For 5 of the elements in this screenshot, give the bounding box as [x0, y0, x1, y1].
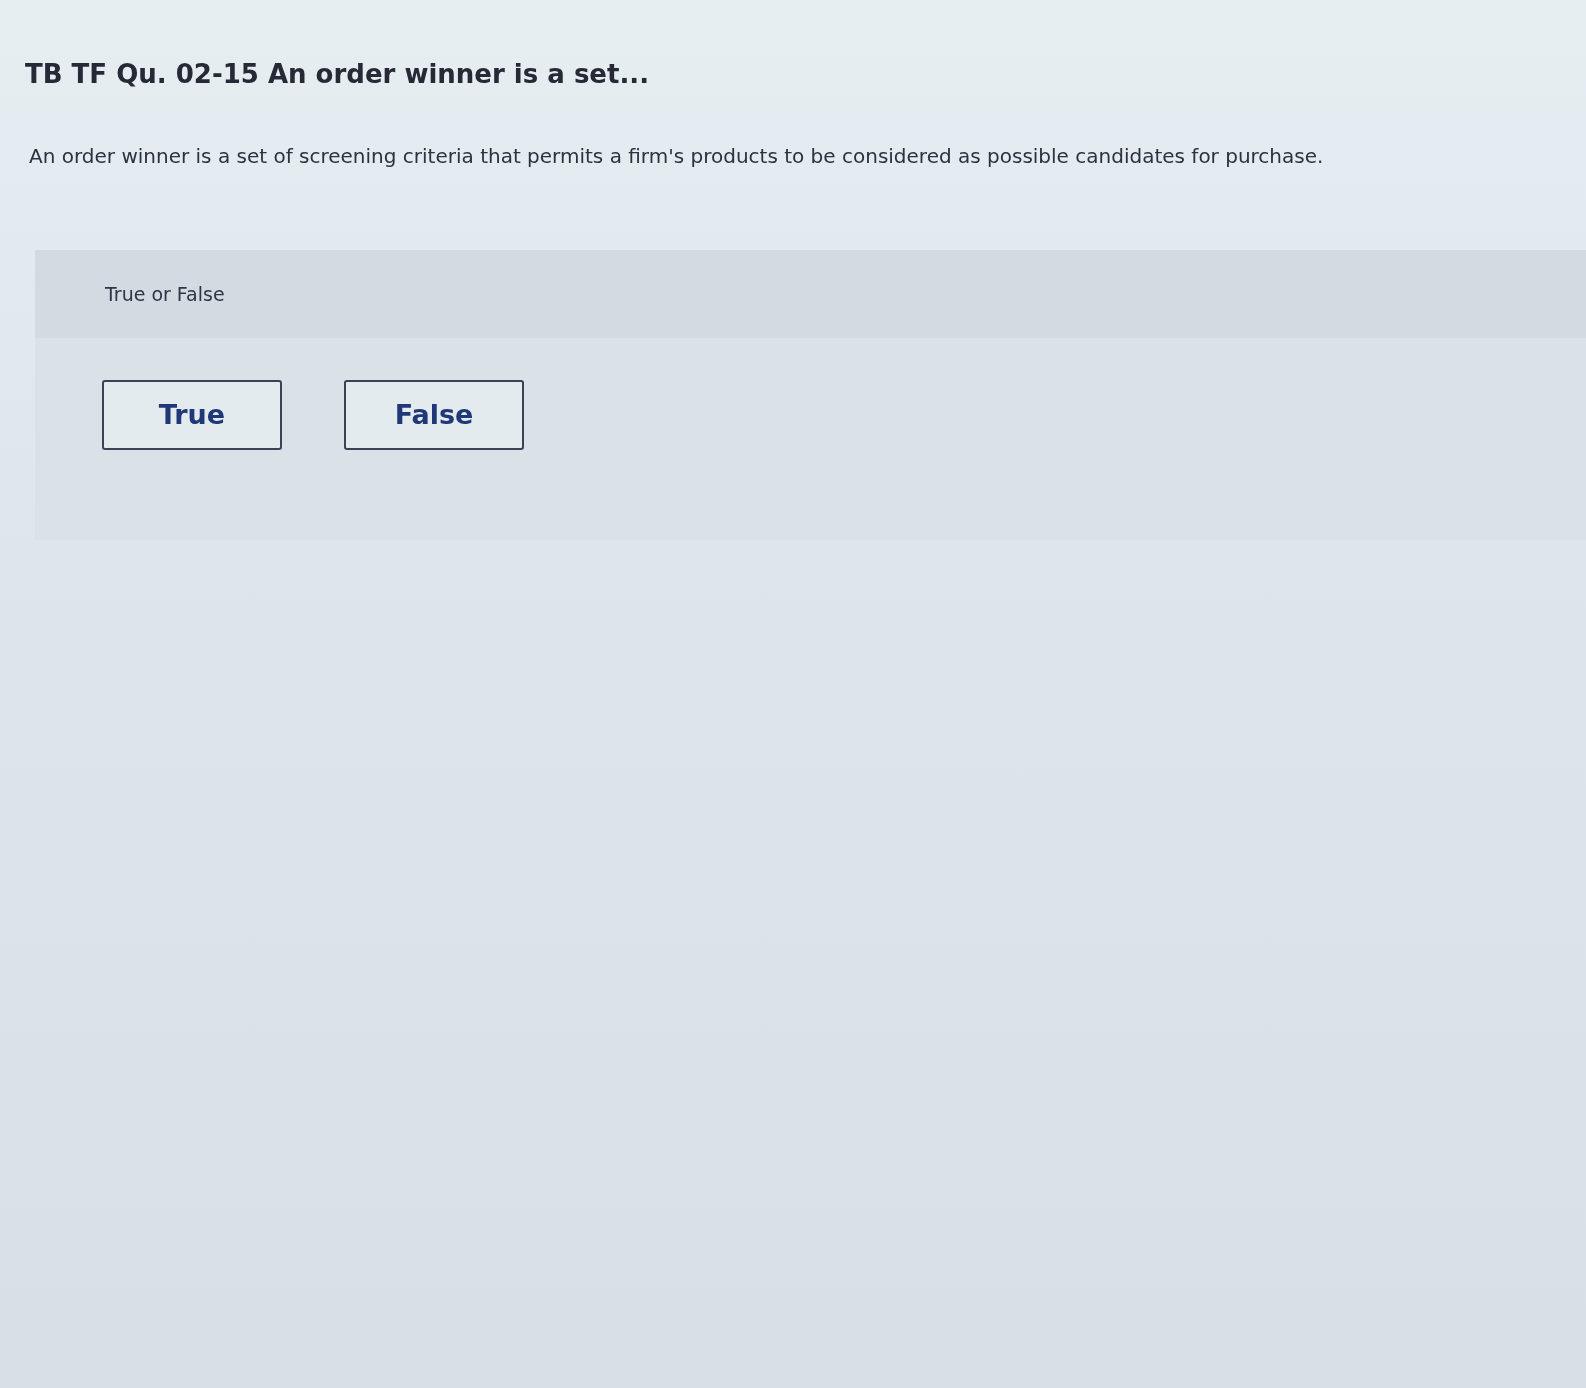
question-text: An order winner is a set of screening criteria that permits a firm's products to be considered as possible candidates for purchase.: [29, 142, 1325, 170]
question-title: TB TF Qu. 02-15 An order winner is a set...: [25, 58, 651, 91]
answer-option-button[interactable]: True: [102, 379, 282, 450]
answer-option-button[interactable]: False: [344, 379, 524, 450]
answer-type-label: True or False: [105, 282, 225, 305]
